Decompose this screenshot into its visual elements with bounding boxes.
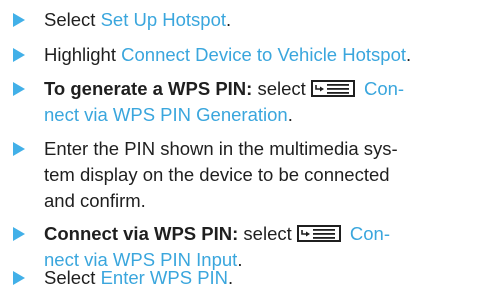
step-3-text: To generate a WPS PIN: select Con- nect … — [44, 76, 474, 128]
step-5-select: select — [238, 223, 297, 244]
step-3-select: select — [252, 78, 311, 99]
step-5-line-1: Connect via WPS PIN: select Con- — [44, 221, 474, 247]
step-3-line-2: nect via WPS PIN Generation. — [44, 102, 474, 128]
bullet-arrow-icon — [13, 227, 25, 241]
set-up-hotspot-link[interactable]: Set Up Hotspot — [101, 9, 226, 30]
bullet-arrow-icon — [13, 142, 25, 156]
connect-via-wps-pin-generation-link[interactable]: nect via WPS PIN Generation — [44, 104, 288, 125]
step-2-text: Highlight Connect Device to Vehicle Hots… — [44, 42, 474, 68]
step-6-text: Select Enter WPS PIN. — [44, 265, 474, 291]
connect-via-wps-pin-generation-link-part1[interactable]: Con- — [364, 78, 404, 99]
step-1-prefix: Select — [44, 9, 96, 30]
bullet-arrow-icon — [13, 13, 25, 27]
step-4-line-2: tem display on the device to be connecte… — [44, 164, 390, 185]
step-6-tail: . — [228, 267, 234, 288]
bullet-arrow-icon — [13, 271, 25, 285]
step-5-heading: Connect via WPS PIN: — [44, 223, 239, 244]
step-1-tail: . — [226, 9, 232, 30]
step-4-line-3: and confirm. — [44, 190, 146, 211]
enter-wps-pin-link[interactable]: Enter WPS PIN — [101, 267, 228, 288]
step-3-heading: To generate a WPS PIN: — [44, 78, 253, 99]
step-2-prefix: Highlight — [44, 44, 116, 65]
bullet-arrow-icon — [13, 48, 25, 62]
menu-icon — [310, 80, 355, 97]
bullet-arrow-icon — [13, 82, 25, 96]
step-1-text: Select Set Up Hotspot. — [44, 7, 474, 33]
step-3-tail: . — [287, 104, 293, 125]
connect-via-wps-pin-input-link-part1[interactable]: Con- — [350, 223, 390, 244]
connect-device-to-vehicle-hotspot-link[interactable]: Connect Device to Vehicle Hotspot — [121, 44, 406, 65]
step-3-line-1: To generate a WPS PIN: select Con- — [44, 76, 474, 102]
step-4-text: Enter the PIN shown in the multimedia sy… — [44, 136, 474, 214]
step-4-line-1: Enter the PIN shown in the multimedia sy… — [44, 138, 398, 159]
step-6-prefix: Select — [44, 267, 96, 288]
menu-icon — [296, 225, 341, 242]
step-2-tail: . — [406, 44, 412, 65]
